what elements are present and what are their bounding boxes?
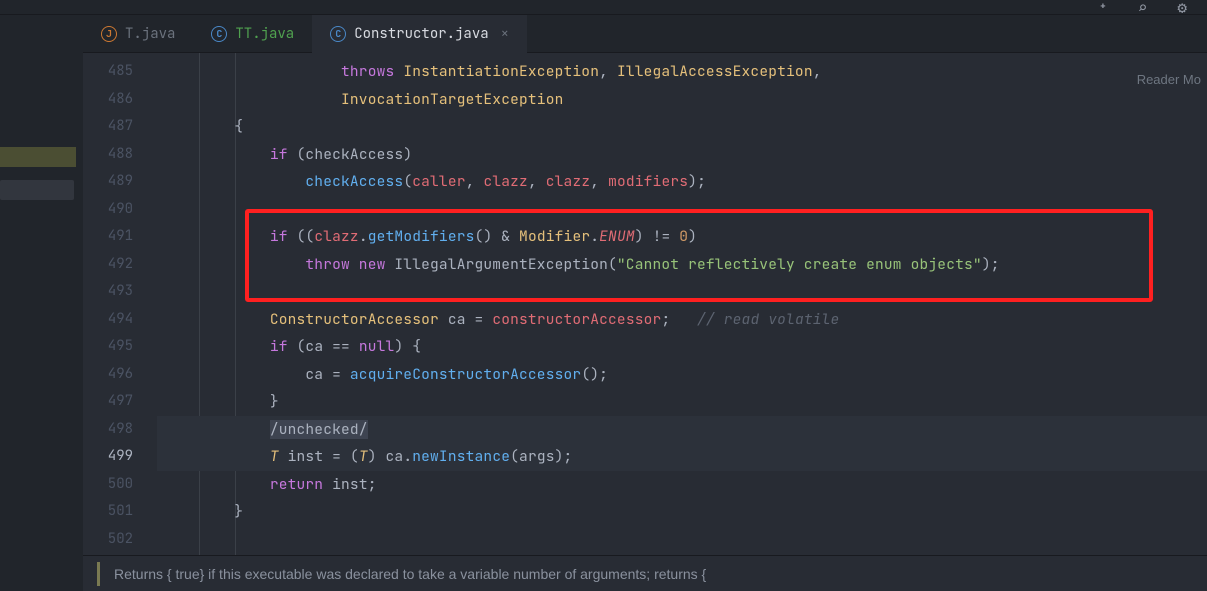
- line-number: 495: [83, 333, 157, 361]
- code-line: [157, 278, 1207, 306]
- line-number: 493: [83, 278, 157, 306]
- sidebar-selection-highlight: [0, 147, 76, 167]
- editor-tabs: J T.java C TT.java C Constructor.java ×: [83, 15, 1207, 53]
- code-line: if (checkAccess): [157, 141, 1207, 169]
- sidebar-selection: [0, 180, 74, 200]
- code-line: checkAccess(caller, clazz, clazz, modifi…: [157, 168, 1207, 196]
- line-number: 490: [83, 196, 157, 224]
- line-number: 487: [83, 113, 157, 141]
- code-line: ConstructorAccessor ca = constructorAcce…: [157, 306, 1207, 334]
- tab-t-java[interactable]: J T.java: [83, 15, 193, 52]
- line-number: 499: [83, 443, 157, 471]
- code-line: return inst;: [157, 471, 1207, 499]
- code-lines: throws InstantiationException, IllegalAc…: [157, 58, 1207, 553]
- line-number: 489: [83, 168, 157, 196]
- tab-label: TT.java: [235, 25, 294, 43]
- code-line: if (ca == null) {: [157, 333, 1207, 361]
- code-editor[interactable]: 4854864874884894904914924934944954964974…: [83, 53, 1207, 591]
- file-type-icon: C: [330, 26, 346, 42]
- tab-tt-java[interactable]: C TT.java: [193, 15, 312, 52]
- project-sidebar: [0, 15, 83, 591]
- code-line: /unchecked/: [157, 416, 1207, 444]
- line-number: 497: [83, 388, 157, 416]
- file-type-icon: J: [101, 26, 117, 42]
- file-type-icon: C: [211, 26, 227, 42]
- reader-mode-label[interactable]: Reader Mo: [1137, 72, 1201, 87]
- close-icon[interactable]: ×: [501, 25, 509, 43]
- tab-constructor-java[interactable]: C Constructor.java ×: [312, 15, 527, 52]
- documentation-bar: Returns { true} if this executable was d…: [83, 555, 1207, 591]
- code-area[interactable]: throws InstantiationException, IllegalAc…: [157, 53, 1207, 591]
- line-gutter: 4854864874884894904914924934944954964974…: [83, 53, 157, 591]
- line-number: 485: [83, 58, 157, 86]
- code-line: {: [157, 113, 1207, 141]
- line-number: 501: [83, 498, 157, 526]
- line-number: 502: [83, 526, 157, 554]
- code-line: InvocationTargetException: [157, 86, 1207, 114]
- line-number: 500: [83, 471, 157, 499]
- code-line: throws InstantiationException, IllegalAc…: [157, 58, 1207, 86]
- code-line: [157, 526, 1207, 554]
- line-number: 491: [83, 223, 157, 251]
- code-line: }: [157, 498, 1207, 526]
- line-number: 492: [83, 251, 157, 279]
- line-number: 494: [83, 306, 157, 334]
- code-line: throw new IllegalArgumentException("Cann…: [157, 251, 1207, 279]
- doc-hint-text: Returns { true} if this executable was d…: [114, 566, 706, 582]
- line-number: 498: [83, 416, 157, 444]
- doc-accent: [97, 562, 100, 586]
- code-line: ca = acquireConstructorAccessor();: [157, 361, 1207, 389]
- line-number: 488: [83, 141, 157, 169]
- code-line: if ((clazz.getModifiers() & Modifier.ENU…: [157, 223, 1207, 251]
- code-line: T inst = (T) ca.newInstance(args);: [157, 443, 1207, 471]
- line-number: 486: [83, 86, 157, 114]
- line-number: 496: [83, 361, 157, 389]
- code-line: }: [157, 388, 1207, 416]
- tab-label: T.java: [125, 25, 175, 43]
- top-toolbar: ⁺ ⌕ ⚙: [0, 0, 1207, 15]
- tab-label: Constructor.java: [354, 25, 488, 43]
- code-line: [157, 196, 1207, 224]
